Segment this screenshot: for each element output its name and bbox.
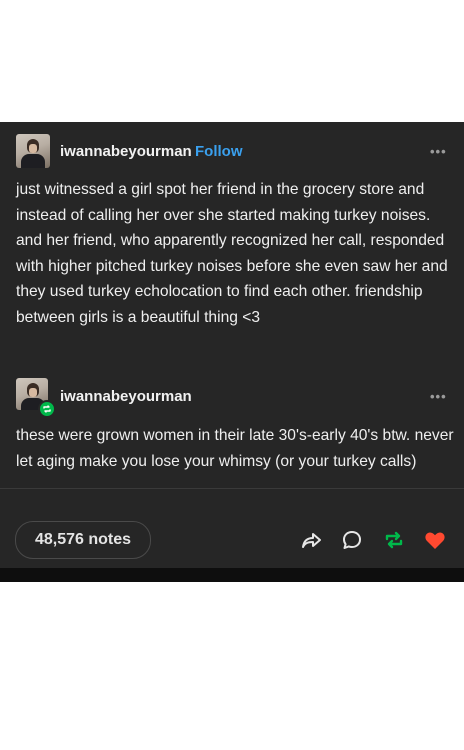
reblog-menu-icon[interactable]: •••: [430, 389, 447, 404]
notes-count-button[interactable]: 48,576 notes: [15, 521, 151, 559]
avatar-figure-face: [29, 144, 37, 153]
heart-icon[interactable]: [422, 527, 448, 553]
author-username[interactable]: iwannabeyourman: [60, 143, 192, 160]
post-body: just witnessed a girl spot her friend in…: [16, 181, 448, 326]
reblog-divider: [0, 488, 464, 489]
tumblr-post: iwannabeyourman Follow ••• just witnesse…: [0, 122, 464, 582]
speech-bubble-icon[interactable]: [339, 527, 365, 553]
post-bottom-edge: [0, 568, 464, 582]
reblog-icon[interactable]: [381, 527, 407, 553]
post-menu-icon[interactable]: •••: [430, 144, 447, 159]
reblog-badge-icon: [38, 400, 56, 418]
share-arrow-icon[interactable]: [298, 527, 324, 553]
reblog-body: these were grown women in their late 30'…: [16, 427, 454, 470]
author-avatar[interactable]: [16, 134, 50, 168]
follow-button[interactable]: Follow: [195, 143, 243, 160]
avatar-figure-body: [21, 154, 45, 168]
reblogger-username[interactable]: iwannabeyourman: [60, 388, 192, 405]
avatar-figure-face: [29, 388, 37, 397]
